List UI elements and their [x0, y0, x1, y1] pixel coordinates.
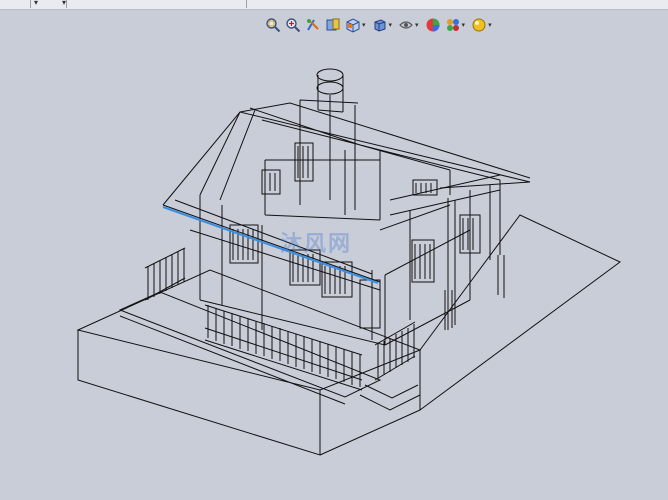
chevron-down-icon[interactable]: ▾: [34, 0, 38, 7]
window: [294, 142, 314, 182]
edit-appearance-icon[interactable]: [424, 16, 442, 34]
chevron-down-icon[interactable]: ▾: [62, 0, 66, 7]
chevron-down-icon[interactable]: ▾: [389, 21, 393, 29]
chevron-down-icon[interactable]: ▾: [462, 21, 466, 29]
menu-segment: [72, 0, 247, 8]
section-view-icon[interactable]: [324, 16, 342, 34]
fence: [144, 247, 186, 301]
porch-post: [444, 255, 505, 330]
hide-show-items-icon[interactable]: [397, 16, 415, 34]
graphics-viewport[interactable]: [0, 40, 668, 500]
fence: [204, 304, 363, 391]
menu-segment[interactable]: [0, 0, 31, 8]
display-style-icon[interactable]: [371, 16, 389, 34]
chevron-down-icon[interactable]: ▾: [362, 21, 366, 29]
foundation-slab: [76, 269, 422, 456]
view-settings-icon[interactable]: [470, 16, 488, 34]
chimney-top: [316, 68, 344, 82]
zoom-to-fit-icon[interactable]: [264, 16, 282, 34]
apply-scene-icon[interactable]: [444, 16, 462, 34]
window: [261, 169, 281, 195]
window: [411, 239, 435, 283]
previous-view-icon[interactable]: [304, 16, 322, 34]
steps: [359, 384, 421, 411]
window: [412, 179, 438, 196]
chevron-down-icon[interactable]: ▾: [415, 21, 419, 29]
front-wall: [189, 195, 386, 346]
top-menu-strip: ▾ ▾: [0, 0, 668, 10]
heads-up-view-toolbar: ▾ ▾ ▾ ▾ ▾: [264, 14, 495, 36]
watermark: 沐风网: [280, 232, 353, 257]
fence: [374, 321, 416, 381]
view-orientation-icon[interactable]: [344, 16, 362, 34]
house-wireframe-model[interactable]: [76, 68, 621, 456]
yard-plane: [419, 214, 621, 411]
zoom-to-area-icon[interactable]: [284, 16, 302, 34]
chevron-down-icon[interactable]: ▾: [488, 21, 492, 29]
